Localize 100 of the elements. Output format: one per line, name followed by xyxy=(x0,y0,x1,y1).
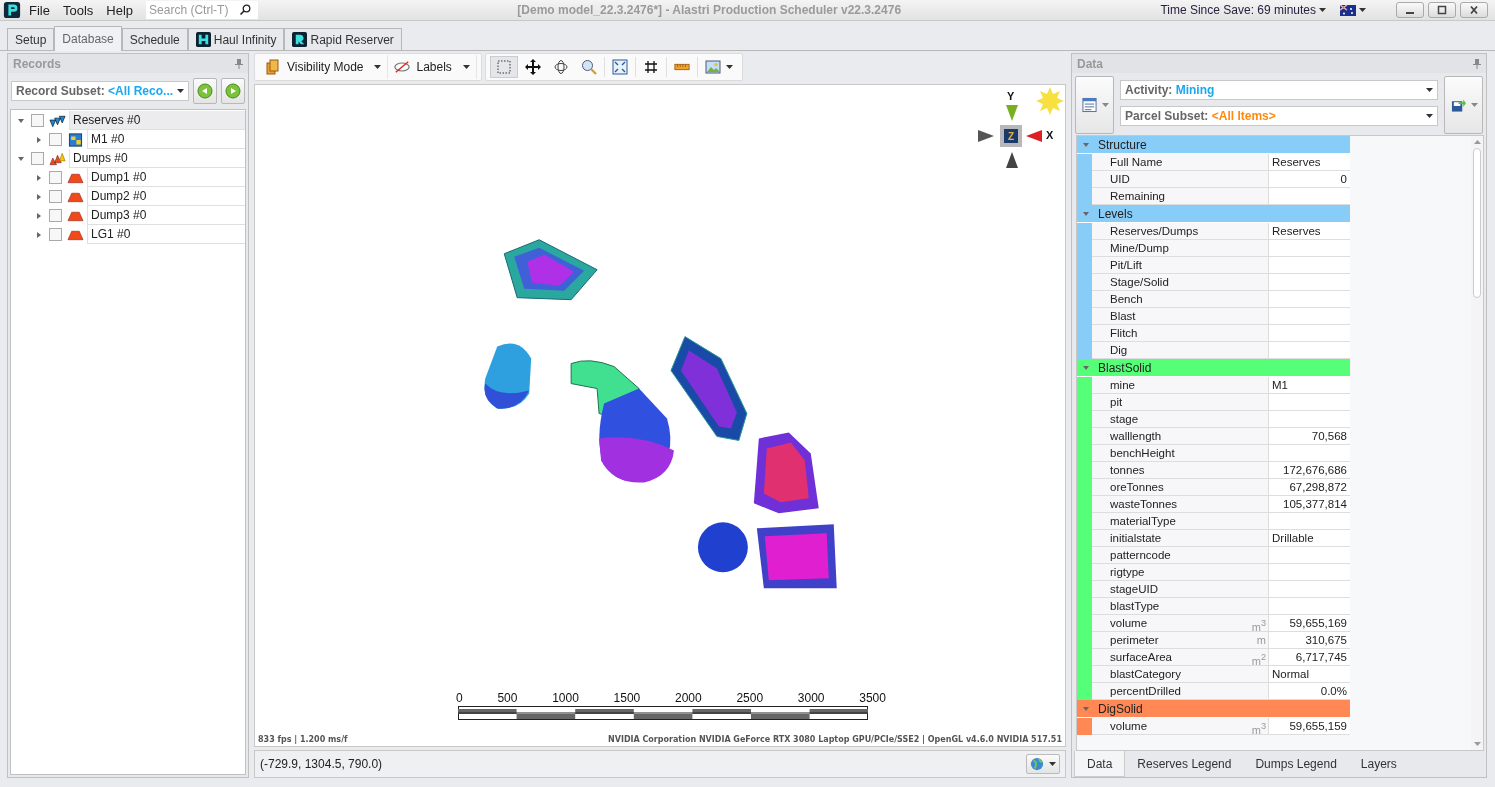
value-cell[interactable] xyxy=(1269,547,1350,564)
property-row[interactable]: volume m$^{3}$ 59,655,159 xyxy=(1077,718,1350,735)
expander-arrow-icon[interactable] xyxy=(17,116,25,125)
property-row[interactable]: oreTonnes 67,298,872 xyxy=(1077,479,1350,496)
value-cell[interactable]: 70,568 xyxy=(1269,428,1350,445)
checkbox[interactable] xyxy=(49,133,62,146)
tree-item[interactable]: Reserves #0 xyxy=(69,111,245,130)
tree-item[interactable]: LG1 #0 xyxy=(87,225,245,244)
value-cell[interactable]: 172,676,686 xyxy=(1269,462,1350,479)
value-cell[interactable] xyxy=(1269,513,1350,530)
property-row[interactable]: surfaceArea m$^{2}$ 6,717,745 xyxy=(1077,649,1350,666)
parcel-subset-dropdown[interactable]: Parcel Subset: <All Items> xyxy=(1120,106,1438,126)
back-button[interactable] xyxy=(193,78,217,104)
up-triangle-icon[interactable] xyxy=(1005,151,1019,169)
checkbox[interactable] xyxy=(49,228,62,241)
scrollbar[interactable] xyxy=(1471,136,1483,750)
checkbox[interactable] xyxy=(49,171,62,184)
value-cell[interactable]: Reserves xyxy=(1269,154,1350,171)
menu-item[interactable]: Help xyxy=(106,2,134,18)
property-row[interactable]: tonnes 172,676,686 xyxy=(1077,462,1350,479)
property-row[interactable]: perimeter m 310,675 xyxy=(1077,632,1350,649)
value-cell[interactable] xyxy=(1269,445,1350,462)
property-row[interactable]: Dig xyxy=(1077,342,1350,359)
value-cell[interactable]: M1 xyxy=(1269,377,1350,394)
value-cell[interactable] xyxy=(1269,240,1350,257)
value-cell[interactable]: 310,675 xyxy=(1269,632,1350,649)
value-cell[interactable] xyxy=(1269,291,1350,308)
value-cell[interactable] xyxy=(1269,581,1350,598)
property-row[interactable]: Full Name Reserves xyxy=(1077,154,1350,171)
tab[interactable]: Data xyxy=(1074,751,1126,777)
section-header[interactable]: Structure xyxy=(1077,136,1350,154)
labels-button[interactable]: Labels xyxy=(388,55,477,79)
search-field[interactable]: Search (Ctrl-T) xyxy=(146,1,259,19)
property-row[interactable]: Flitch xyxy=(1077,325,1350,342)
value-cell[interactable] xyxy=(1269,188,1350,205)
tab[interactable]: Layers xyxy=(1348,751,1409,777)
property-row[interactable]: mine M1 xyxy=(1077,377,1350,394)
scroll-thumb[interactable] xyxy=(1473,148,1481,298)
export-button[interactable] xyxy=(1444,76,1483,134)
collapse-arrow-icon[interactable] xyxy=(1082,704,1090,713)
value-cell[interactable] xyxy=(1269,342,1350,359)
scroll-up-arrow-icon[interactable] xyxy=(1473,140,1481,144)
property-row[interactable]: UID 0 xyxy=(1077,171,1350,188)
value-cell[interactable] xyxy=(1269,564,1350,581)
property-row[interactable]: Pit/Lift xyxy=(1077,257,1350,274)
checkbox[interactable] xyxy=(49,190,62,203)
property-row[interactable]: volume m$^{3}$ 59,655,169 xyxy=(1077,615,1350,632)
value-cell[interactable]: 6,717,745 xyxy=(1269,649,1350,666)
tab[interactable]: Reserves Legend xyxy=(1125,751,1244,777)
property-row[interactable]: benchHeight xyxy=(1077,445,1350,462)
right-triangle-icon[interactable] xyxy=(977,129,995,143)
property-row[interactable]: walllength 70,568 xyxy=(1077,428,1350,445)
property-row[interactable]: materialType xyxy=(1077,513,1350,530)
property-row[interactable]: Blast xyxy=(1077,308,1350,325)
property-row[interactable]: stage xyxy=(1077,411,1350,428)
expander-arrow-icon[interactable] xyxy=(35,211,43,220)
value-cell[interactable] xyxy=(1269,325,1350,342)
value-cell[interactable] xyxy=(1269,598,1350,615)
value-cell[interactable] xyxy=(1269,308,1350,325)
form-view-button[interactable] xyxy=(1075,76,1114,134)
tab[interactable]: Database xyxy=(54,26,122,51)
value-cell[interactable]: Reserves xyxy=(1269,223,1350,240)
value-cell[interactable]: 0.0% xyxy=(1269,683,1350,700)
globe-view-button[interactable] xyxy=(1026,754,1060,774)
value-cell[interactable] xyxy=(1269,274,1350,291)
visibility-mode-button[interactable]: Visibility Mode xyxy=(259,55,389,79)
scroll-down-arrow-icon[interactable] xyxy=(1473,742,1481,746)
value-cell[interactable]: 0 xyxy=(1269,171,1350,188)
tab[interactable]: Schedule xyxy=(121,28,188,50)
close-button[interactable] xyxy=(1460,2,1488,18)
pin-icon[interactable] xyxy=(1473,58,1481,69)
collapse-arrow-icon[interactable] xyxy=(1082,140,1090,149)
property-row[interactable]: initialstate Drillable xyxy=(1077,530,1350,547)
menu-item[interactable]: File xyxy=(29,2,50,18)
property-row[interactable]: pit xyxy=(1077,394,1350,411)
checkbox[interactable] xyxy=(31,114,44,127)
forward-button[interactable] xyxy=(221,78,245,104)
expander-arrow-icon[interactable] xyxy=(35,192,43,201)
down-triangle-icon[interactable] xyxy=(1005,104,1019,122)
time-since-save-menu[interactable]: Time Since Save: 69 minutes xyxy=(1160,3,1316,17)
checkbox[interactable] xyxy=(49,209,62,222)
value-cell[interactable]: 59,655,169 xyxy=(1269,615,1350,632)
checkbox[interactable] xyxy=(31,152,44,165)
section-header[interactable]: BlastSolid xyxy=(1077,359,1350,377)
value-cell[interactable]: 67,298,872 xyxy=(1269,479,1350,496)
property-row[interactable]: blastCategory Normal xyxy=(1077,666,1350,683)
value-cell[interactable] xyxy=(1269,411,1350,428)
property-row[interactable]: Mine/Dump xyxy=(1077,240,1350,257)
property-row[interactable]: blastType xyxy=(1077,598,1350,615)
property-row[interactable]: percentDrilled 0.0% xyxy=(1077,683,1350,700)
tab[interactable]: Dumps Legend xyxy=(1243,751,1349,777)
caret-icon[interactable] xyxy=(1359,8,1366,12)
tree-item[interactable]: Dump3 #0 xyxy=(87,206,245,225)
tab[interactable]: Haul Infinity xyxy=(187,28,285,50)
tree-item[interactable]: M1 #0 xyxy=(87,130,245,149)
tab[interactable]: Rapid Reserver xyxy=(284,28,402,50)
expander-arrow-icon[interactable] xyxy=(17,154,25,163)
value-cell[interactable] xyxy=(1269,394,1350,411)
caret-icon[interactable] xyxy=(1319,8,1326,12)
expander-arrow-icon[interactable] xyxy=(35,135,43,144)
